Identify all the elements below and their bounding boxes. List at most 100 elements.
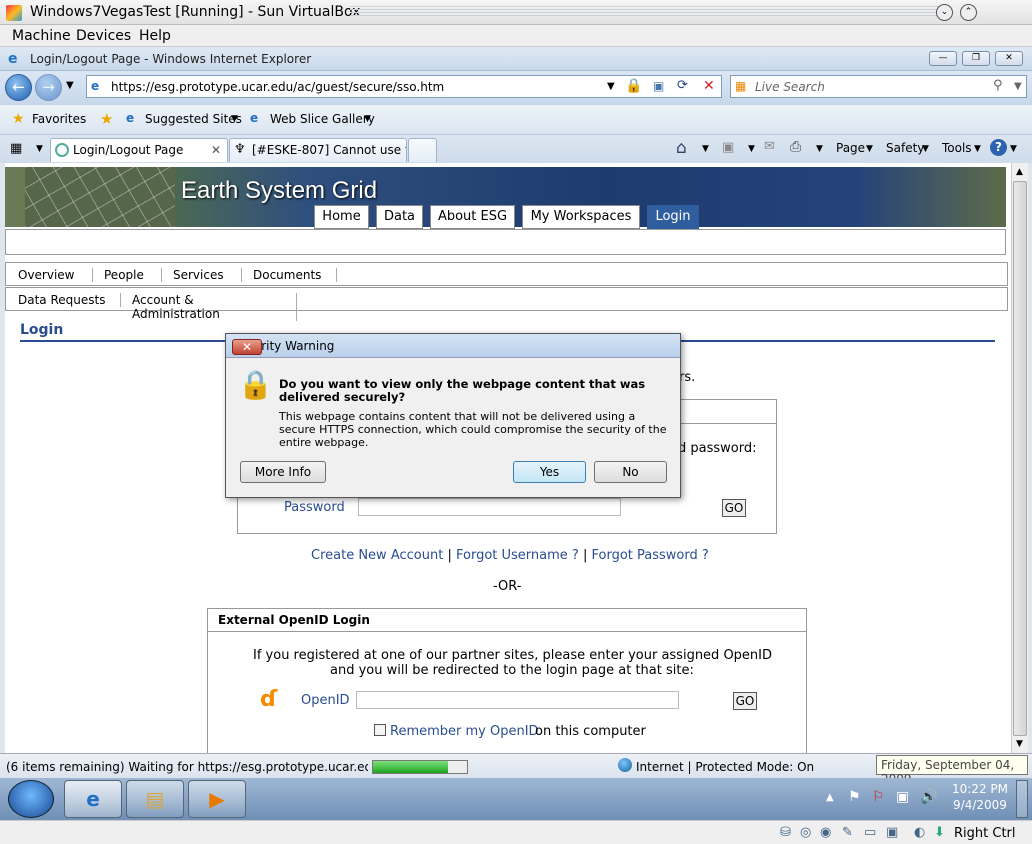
openid-input[interactable] [356,691,679,709]
menu-machine[interactable]: Machine [12,28,71,44]
subnav-services[interactable]: Services [161,268,242,282]
ie-minimize-button[interactable]: — [929,51,957,66]
nav-data[interactable]: Data [376,205,423,229]
scroll-thumb[interactable] [1013,181,1027,736]
taskbar-media-button[interactable]: ▶ [188,780,246,818]
no-button[interactable]: No [594,461,667,483]
menu-devices[interactable]: Devices [76,28,131,44]
password-label: Password [284,500,345,515]
new-tab[interactable] [408,138,437,162]
compat-icon[interactable]: ▣ [653,79,664,93]
vbox-minimize-icon[interactable]: ⌄ [936,4,953,21]
dialog-detail: This webpage contains content that will … [279,410,667,449]
safety-menu[interactable]: Safety [886,141,924,155]
stop-icon[interactable]: ✕ [703,78,715,94]
nav-home[interactable]: Home [314,205,369,229]
tab-close-icon[interactable]: ✕ [211,143,221,157]
help-dropdown-icon[interactable]: ▼ [1010,144,1017,154]
cd-icon[interactable]: ◎ [800,825,811,840]
dialog-close-button[interactable]: ✕ [232,339,262,355]
page-dropdown-icon[interactable]: ▼ [866,144,873,154]
security-zone[interactable]: Internet | Protected Mode: On [636,760,814,774]
favorites-button[interactable]: Favorites [32,112,86,126]
mouse-integration-icon[interactable]: ⬇ [934,825,945,840]
nav-my-workspaces[interactable]: My Workspaces [522,205,640,229]
tray-display-icon[interactable]: ▣ [896,789,909,805]
create-account-link[interactable]: Create New Account [311,548,443,563]
suggested-dropdown-icon[interactable]: ▼ [231,114,238,124]
safety-dropdown-icon[interactable]: ▼ [922,144,929,154]
subnav-account-admin[interactable]: Account & Administration [120,293,297,321]
scroll-up-icon[interactable]: ▲ [1016,167,1023,177]
web-slice-dropdown-icon[interactable]: ▼ [364,114,371,124]
password-input[interactable] [358,498,621,516]
usb-icon[interactable]: ▭ [864,825,876,840]
vbox-title: Windows7VegasTest [Running] - Sun Virtua… [30,4,361,20]
page-menu[interactable]: Page [836,141,865,155]
floppy-icon[interactable]: ◉ [820,825,831,840]
yes-button[interactable]: Yes [513,461,586,483]
subnav-data-requests[interactable]: Data Requests [6,293,121,307]
ie-close-button[interactable]: ✕ [995,51,1023,66]
scroll-down-icon[interactable]: ▼ [1016,739,1023,749]
remember-openid-link[interactable]: Remember my OpenID [390,724,539,739]
network-icon[interactable]: ✎ [842,825,853,840]
go-button[interactable]: GO [722,499,746,517]
help-icon[interactable]: ? [990,139,1007,156]
shared-folders-icon[interactable]: ▣ [886,825,898,840]
home-icon[interactable]: ⌂ [676,138,687,158]
vbox-app-icon [6,5,22,21]
subnav-overview[interactable]: Overview [6,268,93,282]
remember-checkbox[interactable] [374,724,386,736]
back-icon[interactable]: ← [5,74,32,101]
add-favorites-icon[interactable]: ★ [100,110,113,128]
show-desktop-button[interactable] [1016,780,1028,818]
intro-text-fragment: rs. [679,370,696,385]
feeds-icon[interactable]: ▣ [722,140,734,155]
subnav-people[interactable]: People [92,268,162,282]
subnav-documents[interactable]: Documents [241,268,337,282]
forward-icon[interactable]: → [35,74,62,101]
feeds-dropdown-icon[interactable]: ▼ [748,144,755,154]
more-info-button[interactable]: More Info [240,461,326,483]
vbox-maximize-icon[interactable]: ⌃ [960,4,977,21]
lock-icon[interactable]: 🔒 [625,78,642,94]
address-dropdown-icon[interactable]: ▼ [607,81,615,92]
tab-eske-807[interactable]: ♆ [#ESKE-807] Cannot use th... [229,138,407,162]
quick-tabs-icon[interactable]: ▦ [10,141,22,156]
vertical-scrollbar[interactable]: ▲ ▼ [1011,163,1028,753]
taskbar-ie-button[interactable]: e [64,780,122,818]
print-dropdown-icon[interactable]: ▼ [816,144,823,154]
web-slice-gallery[interactable]: Web Slice Gallery [270,112,375,126]
ie-restore-button[interactable]: ❐ [962,51,990,66]
menu-help[interactable]: Help [139,28,171,44]
home-dropdown-icon[interactable]: ▼ [702,144,709,154]
tray-network-icon[interactable]: ⚑ [848,789,861,805]
forgot-password-link[interactable]: Forgot Password ? [591,548,708,563]
tab-list-dropdown-icon[interactable]: ▼ [36,144,43,154]
virtualization-icon[interactable]: ◐ [914,825,925,840]
forgot-username-link[interactable]: Forgot Username ? [456,548,579,563]
nav-about-esg[interactable]: About ESG [430,205,515,229]
print-icon[interactable]: ⎙ [790,139,801,155]
start-button[interactable] [8,780,54,818]
show-hidden-icons-icon[interactable]: ▲ [826,792,834,803]
openid-go-button[interactable]: GO [733,692,757,710]
hdd-icon[interactable]: ⛁ [780,825,791,840]
suggested-sites[interactable]: Suggested Sites [145,112,242,126]
tray-volume-icon[interactable]: 🔊 [920,789,937,805]
search-icon[interactable]: ⚲ [993,78,1003,93]
history-dropdown-icon[interactable]: ▼ [66,80,74,91]
taskbar-clock[interactable]: 10:22 PM 9/4/2009 [950,782,1010,812]
nav-login[interactable]: Login [647,205,699,229]
refresh-icon[interactable]: ⟳ [677,78,688,93]
tab-login-logout[interactable]: Login/Logout Page ✕ [50,138,228,162]
taskbar-explorer-button[interactable]: ▤ [126,780,184,818]
tools-menu[interactable]: Tools [942,141,972,155]
mail-icon[interactable]: ✉ [764,139,775,154]
tools-dropdown-icon[interactable]: ▼ [974,144,981,154]
search-dropdown-icon[interactable]: ▼ [1014,81,1022,92]
address-bar[interactable]: e https://esg.prototype.ucar.edu/ac/gues… [86,75,722,98]
tray-action-center-icon[interactable]: ⚐ [872,789,885,805]
search-box[interactable]: ▦ Live Search ⚲ ▼ [730,75,1027,98]
